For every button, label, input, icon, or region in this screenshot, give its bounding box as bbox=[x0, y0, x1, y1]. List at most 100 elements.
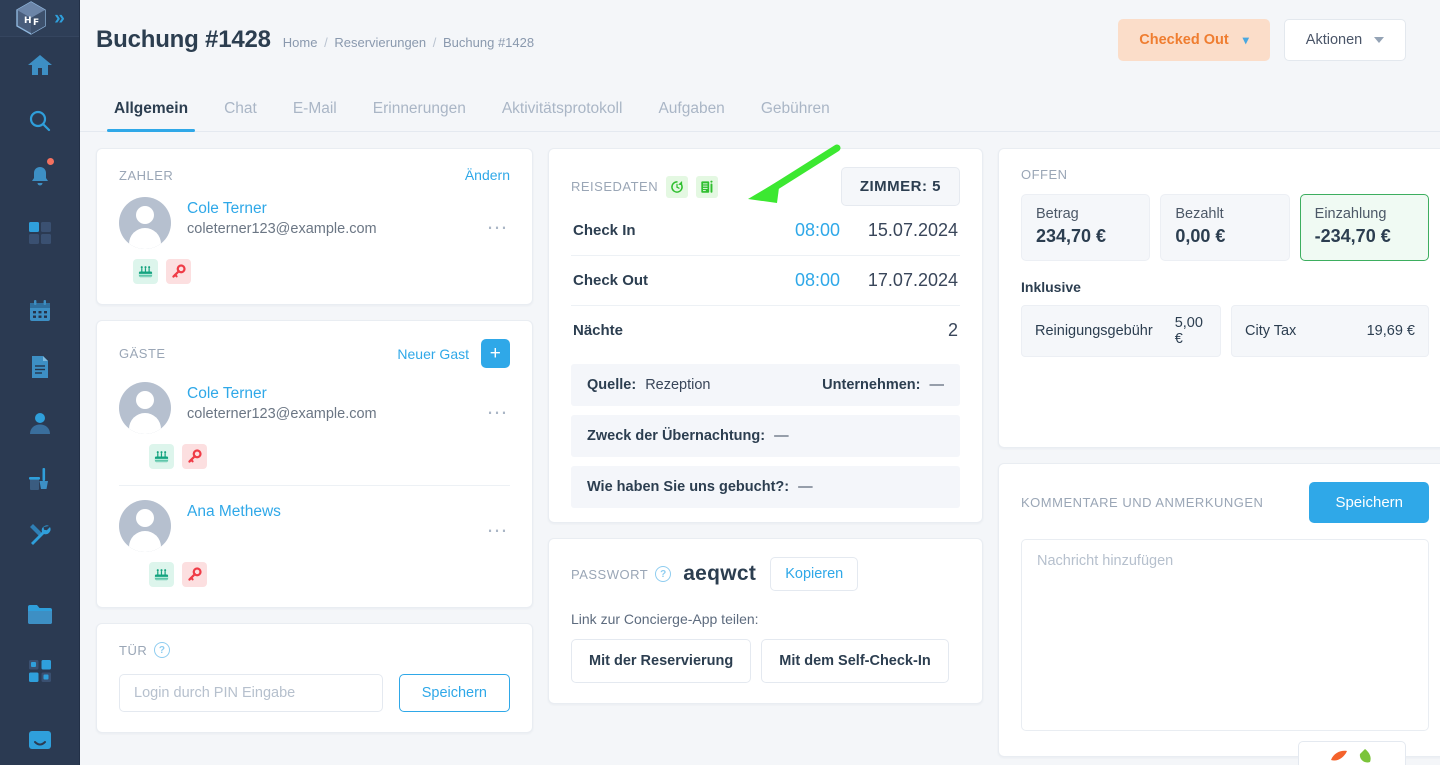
new-guest-link[interactable]: Neuer Gast bbox=[397, 346, 469, 362]
sidebar-item-maintenance[interactable] bbox=[0, 507, 79, 563]
tab-allgemein[interactable]: Allgemein bbox=[96, 100, 206, 132]
checkin-date[interactable]: 15.07.2024 bbox=[840, 220, 958, 241]
checkout-time[interactable]: 08:00 bbox=[795, 270, 840, 291]
guest-name[interactable]: Cole Terner bbox=[187, 385, 486, 403]
sidebar-item-guests[interactable] bbox=[0, 395, 79, 451]
payer-name[interactable]: Cole Terner bbox=[187, 200, 486, 218]
tab-email[interactable]: E-Mail bbox=[275, 100, 355, 131]
sidebar-section-files bbox=[0, 587, 79, 699]
sidebar-logo-row[interactable]: H F » bbox=[0, 0, 79, 37]
guests-card: GÄSTE Neuer Gast + Cole Terner coleterne… bbox=[96, 320, 533, 608]
breadcrumb-separator: / bbox=[324, 35, 328, 50]
key-icon[interactable] bbox=[166, 259, 191, 284]
sidebar-item-search[interactable] bbox=[0, 93, 79, 149]
status-badge[interactable]: Checked Out ▾ bbox=[1118, 19, 1270, 61]
actions-button[interactable]: Aktionen bbox=[1284, 19, 1406, 61]
caret-down-icon bbox=[1374, 37, 1385, 43]
tab-aufgaben[interactable]: Aufgaben bbox=[640, 100, 742, 131]
sidebar-item-apps[interactable] bbox=[0, 643, 79, 699]
fee-box-cleaning[interactable]: Reinigungsgebühr 5,00 € bbox=[1021, 305, 1221, 357]
door-save-button[interactable]: Speichern bbox=[398, 674, 510, 712]
nights-value: 2 bbox=[947, 320, 958, 340]
fee-box-citytax[interactable]: City Tax 19,69 € bbox=[1231, 305, 1429, 357]
report-document-icon[interactable] bbox=[696, 175, 719, 198]
pin-input[interactable] bbox=[119, 674, 383, 712]
tab-erinnerungen[interactable]: Erinnerungen bbox=[355, 100, 484, 131]
payer-tags bbox=[133, 259, 510, 284]
birthday-cake-icon[interactable] bbox=[149, 444, 174, 469]
company-text: Unternehmen: — bbox=[822, 377, 944, 393]
breadcrumb-separator: / bbox=[432, 35, 437, 50]
payer-card: ZAHLER Ändern Cole Terner coleterner123@… bbox=[96, 148, 533, 305]
birthday-cake-icon[interactable] bbox=[149, 562, 174, 587]
door-card-header: TÜR ? bbox=[119, 642, 510, 658]
guest-tags bbox=[149, 444, 510, 469]
help-icon[interactable]: ? bbox=[655, 566, 672, 582]
apps-grid-icon bbox=[28, 660, 51, 682]
expand-sidebar-icon[interactable]: » bbox=[54, 9, 65, 28]
sidebar-item-calendar[interactable] bbox=[0, 283, 79, 339]
home-icon bbox=[27, 55, 52, 75]
guest-row: Ana Methews … bbox=[119, 500, 510, 552]
sidebar-item-messages[interactable] bbox=[0, 713, 79, 765]
help-icon[interactable]: ? bbox=[154, 642, 171, 658]
checkin-time[interactable]: 08:00 bbox=[795, 220, 840, 241]
checkin-label: Check In bbox=[573, 222, 636, 239]
guest-name[interactable]: Ana Methews bbox=[187, 503, 486, 521]
sidebar-item-documents[interactable] bbox=[0, 339, 79, 395]
amount-box-bezahlt[interactable]: Bezahlt 0,00 € bbox=[1160, 194, 1290, 261]
checkout-date[interactable]: 17.07.2024 bbox=[840, 270, 958, 291]
password-card: PASSWORT ? aeqwct Kopieren Link zur Conc… bbox=[548, 538, 983, 704]
sidebar-section-tools bbox=[0, 93, 79, 261]
key-icon[interactable] bbox=[182, 562, 207, 587]
amount-box-einzahlung[interactable]: Einzahlung -234,70 € bbox=[1299, 194, 1429, 261]
tab-chat[interactable]: Chat bbox=[206, 100, 275, 131]
payer-more-menu[interactable]: … bbox=[486, 197, 510, 233]
cleaning-icon bbox=[28, 468, 48, 490]
sidebar-item-files[interactable] bbox=[0, 587, 79, 643]
door-pin-row: Speichern bbox=[119, 674, 510, 712]
sidebar-item-notifications[interactable] bbox=[0, 149, 79, 205]
fee-amount: 5,00 € bbox=[1174, 315, 1203, 347]
column-right: OFFEN Betrag 234,70 € Bezahlt 0,00 € Ein… bbox=[998, 148, 1440, 757]
payer-change-link[interactable]: Ändern bbox=[465, 167, 510, 183]
sidebar-item-home[interactable] bbox=[0, 37, 79, 93]
search-icon bbox=[29, 110, 50, 132]
bottom-floating-widget[interactable] bbox=[1298, 741, 1406, 765]
amount-box-betrag[interactable]: Betrag 234,70 € bbox=[1021, 194, 1151, 261]
breadcrumb-item-reservations[interactable]: Reservierungen bbox=[334, 35, 426, 50]
tab-gebuehren[interactable]: Gebühren bbox=[743, 100, 848, 131]
refresh-clock-icon[interactable] bbox=[666, 175, 689, 198]
checkout-row: Check Out 08:00 17.07.2024 bbox=[571, 256, 960, 306]
bell-icon bbox=[31, 167, 48, 186]
key-icon[interactable] bbox=[182, 444, 207, 469]
tab-aktivitaetsprotokoll[interactable]: Aktivitätsprotokoll bbox=[484, 100, 641, 131]
fee-label: Reinigungsgebühr bbox=[1035, 323, 1153, 339]
add-guest-button[interactable]: + bbox=[481, 339, 510, 368]
guest-row: Cole Terner coleterner123@example.com … bbox=[119, 382, 510, 434]
guest-email: coleterner123@example.com bbox=[187, 406, 377, 422]
amount-value: 234,70 € bbox=[1036, 226, 1107, 246]
sidebar-item-housekeeping[interactable] bbox=[0, 451, 79, 507]
travel-title: REISEDATEN bbox=[571, 179, 659, 194]
password-title: PASSWORT bbox=[571, 566, 649, 582]
birthday-cake-icon[interactable] bbox=[133, 259, 158, 284]
comments-textarea[interactable] bbox=[1021, 539, 1429, 731]
share-selfcheckin-button[interactable]: Mit dem Self-Check-In bbox=[761, 639, 949, 683]
sidebar-item-dashboard[interactable] bbox=[0, 205, 79, 261]
how-booked-label: Wie haben Sie uns gebucht?: bbox=[587, 479, 790, 495]
open-balance-header: OFFEN bbox=[1021, 167, 1429, 182]
source-value: Rezeption bbox=[645, 377, 711, 393]
page-title: Buchung #1428 bbox=[96, 26, 271, 53]
guest-more-menu[interactable]: … bbox=[486, 500, 510, 536]
leaf-orange-icon bbox=[1330, 748, 1348, 765]
breadcrumb-item-home[interactable]: Home bbox=[283, 35, 318, 50]
room-badge[interactable]: Zimmer: 5 bbox=[840, 167, 960, 206]
guest-more-menu[interactable]: … bbox=[486, 382, 510, 418]
share-reservation-button[interactable]: Mit der Reservierung bbox=[571, 639, 752, 683]
comments-save-button[interactable]: Speichern bbox=[1309, 482, 1429, 523]
checkin-row: Check In 08:00 15.07.2024 bbox=[571, 206, 960, 256]
copy-password-button[interactable]: Kopieren bbox=[770, 557, 859, 591]
purpose-band: Zweck der Übernachtung: — bbox=[571, 415, 960, 457]
fee-amount: 19,69 € bbox=[1366, 323, 1415, 339]
